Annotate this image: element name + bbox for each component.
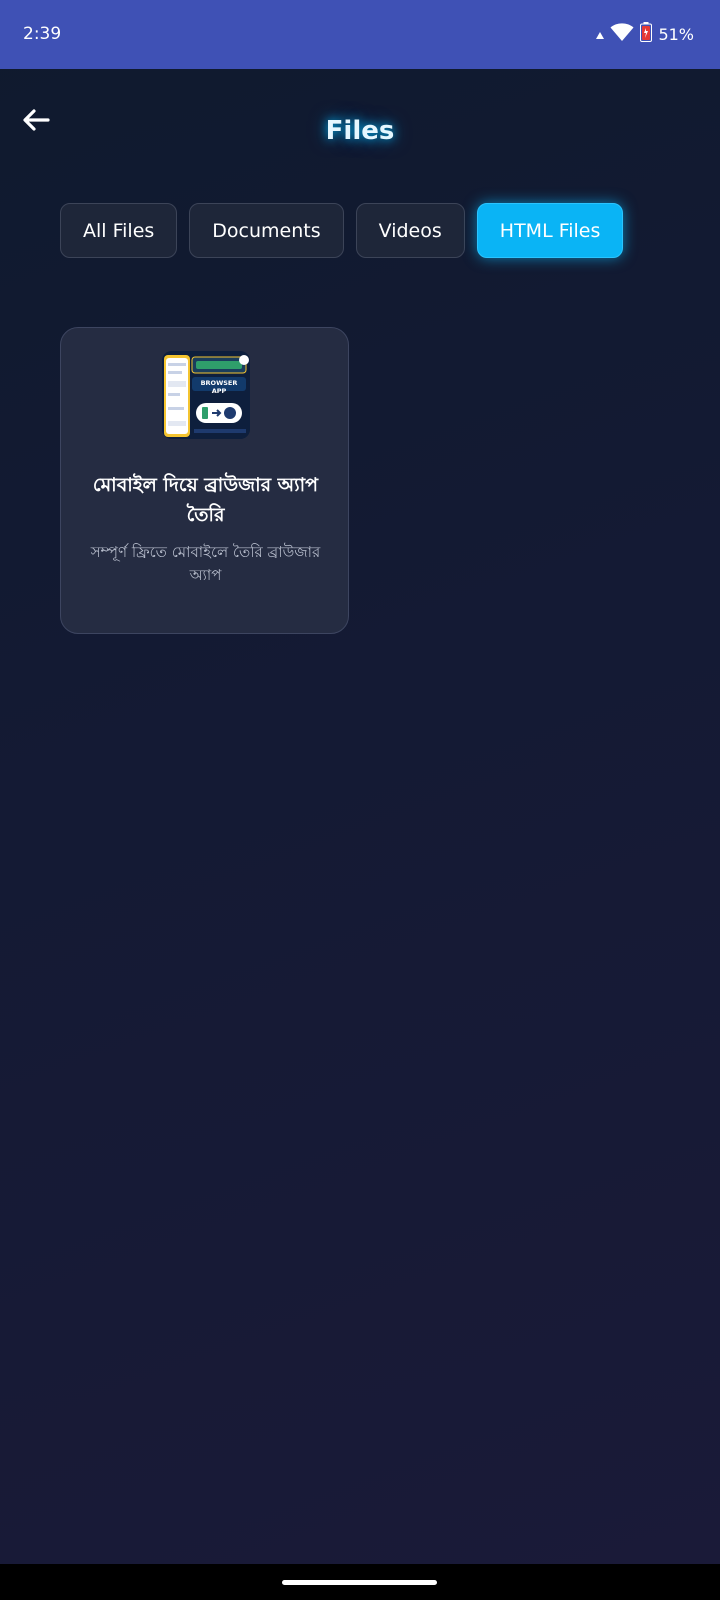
status-time: 2:39 — [23, 24, 62, 44]
navigation-bar — [0, 1564, 720, 1600]
tab-all-files[interactable]: All Files — [60, 203, 178, 258]
thumbnail-badge-text: BROWSER APP — [200, 379, 238, 395]
file-description: সম্পূর্ণ ফ্রিতে মোবাইলে তৈরি ব্রাউজার অ্… — [90, 543, 321, 584]
battery-percentage: 51% — [658, 24, 694, 44]
home-gesture-handle[interactable] — [282, 1580, 437, 1585]
file-card[interactable]: BROWSER APP মোবাইল দিয়ে ব্রাউজার অ্যাপ … — [60, 327, 349, 634]
file-title: মোবাইল দিয়ে ব্রাউজার অ্যাপ তৈরি — [92, 474, 319, 526]
wifi-icon — [610, 22, 634, 46]
status-bar: 2:39 51% — [0, 0, 720, 69]
status-icons: 51% — [596, 22, 694, 46]
signal-icon — [596, 25, 605, 44]
battery-icon — [640, 22, 653, 46]
tab-html-files[interactable]: HTML Files — [476, 203, 624, 258]
page-title: Files — [325, 116, 395, 146]
file-thumbnail: BROWSER APP — [162, 351, 250, 439]
filter-tabs: All Files Documents Videos HTML Files — [60, 203, 624, 258]
tab-documents[interactable]: Documents — [189, 203, 344, 258]
tab-videos[interactable]: Videos — [355, 203, 465, 258]
